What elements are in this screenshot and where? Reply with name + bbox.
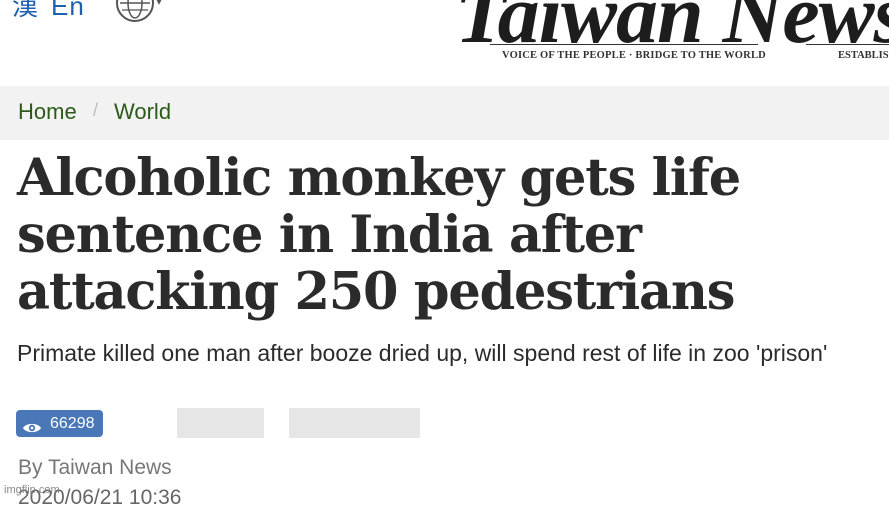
breadcrumb-home-link[interactable]: Home bbox=[18, 99, 77, 125]
view-count: 66298 bbox=[50, 415, 95, 432]
view-count-badge: 66298 bbox=[16, 410, 103, 437]
divider bbox=[806, 44, 889, 45]
site-header: 漢 En ▾ Taiwan News VOICE OF THE PEOPLE · … bbox=[0, 0, 889, 84]
lang-en-link[interactable]: En bbox=[51, 0, 85, 21]
established-label: ESTABLIS bbox=[838, 50, 889, 61]
chevron-down-icon[interactable]: ▾ bbox=[156, 0, 162, 8]
article-subheadline: Primate killed one man after booze dried… bbox=[17, 340, 828, 366]
site-tagline: VOICE OF THE PEOPLE · BRIDGE TO THE WORL… bbox=[502, 50, 766, 61]
divider bbox=[490, 44, 758, 45]
language-switcher: 漢 En bbox=[12, 0, 85, 23]
breadcrumb-separator: / bbox=[93, 100, 99, 120]
watermark: imgflip.com bbox=[4, 484, 60, 496]
breadcrumb-world-link[interactable]: World bbox=[114, 99, 171, 125]
breadcrumb: Home / World bbox=[0, 86, 889, 140]
share-button-placeholder[interactable] bbox=[289, 408, 420, 438]
globe-icon[interactable] bbox=[116, 0, 154, 22]
eye-icon bbox=[22, 417, 42, 432]
article-byline: By Taiwan News bbox=[18, 456, 172, 479]
share-button-placeholder[interactable] bbox=[177, 408, 264, 438]
article-headline: Alcoholic monkey gets life sentence in I… bbox=[17, 148, 741, 322]
lang-zh-link[interactable]: 漢 bbox=[12, 0, 39, 21]
